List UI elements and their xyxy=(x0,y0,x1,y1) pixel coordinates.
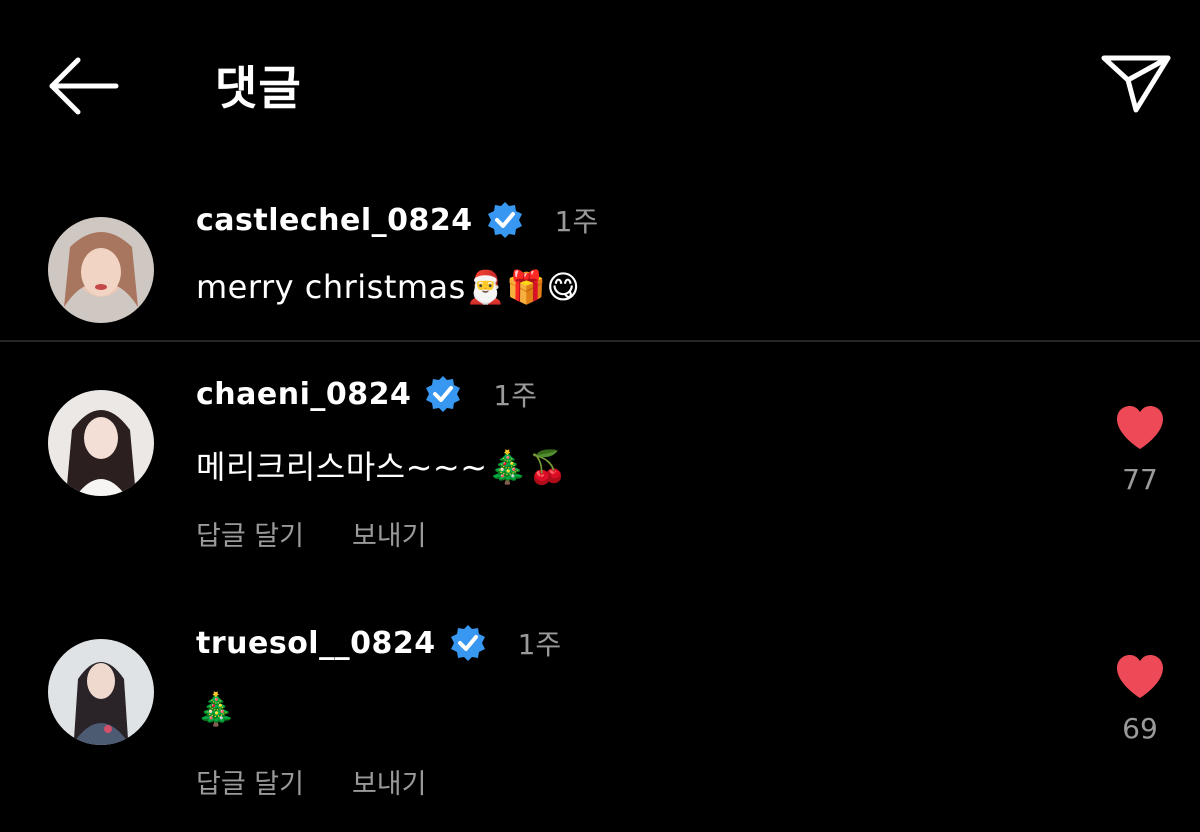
divider xyxy=(0,340,1200,342)
verified-badge-icon xyxy=(487,202,522,238)
reply-button[interactable]: 답글 달기 xyxy=(196,514,304,553)
reply-button[interactable]: 답글 달기 xyxy=(196,762,304,801)
comment-actions: 답글 달기 보내기 xyxy=(196,762,426,801)
comment-time: 1주 xyxy=(517,628,562,661)
send-button[interactable]: 보내기 xyxy=(352,514,427,553)
send-button[interactable]: 보내기 xyxy=(352,762,427,801)
share-button[interactable] xyxy=(1096,48,1176,120)
heart-icon[interactable] xyxy=(1115,405,1165,451)
paper-plane-icon xyxy=(1101,55,1171,113)
username[interactable]: truesol__0824 xyxy=(196,626,436,661)
like-count: 77 xyxy=(1122,463,1158,496)
verified-badge-icon xyxy=(426,376,461,412)
comment-text: 메리크리스마스~~~🎄🍒 xyxy=(196,448,569,486)
like-block: 69 xyxy=(1100,654,1180,745)
avatar[interactable] xyxy=(48,217,154,323)
heart-icon[interactable] xyxy=(1115,654,1165,700)
avatar[interactable] xyxy=(48,390,154,496)
like-block: 77 xyxy=(1100,405,1180,496)
back-button[interactable] xyxy=(44,50,124,120)
username[interactable]: chaeni_0824 xyxy=(196,377,411,412)
avatar[interactable] xyxy=(48,639,154,745)
comment-text: 🎄 xyxy=(196,690,237,728)
verified-badge-icon xyxy=(450,625,485,661)
top-bar: 댓글 xyxy=(0,0,1200,170)
comment-actions: 답글 달기 보내기 xyxy=(196,514,426,553)
comment-time: 1주 xyxy=(554,205,599,238)
username[interactable]: castlechel_0824 xyxy=(196,203,473,238)
comment-text: merry christmas🎅🎁😋 xyxy=(196,268,581,306)
comment-time: 1주 xyxy=(493,379,537,412)
page-title: 댓글 xyxy=(215,61,302,115)
like-count: 69 xyxy=(1122,712,1158,745)
arrow-left-icon xyxy=(49,57,119,115)
